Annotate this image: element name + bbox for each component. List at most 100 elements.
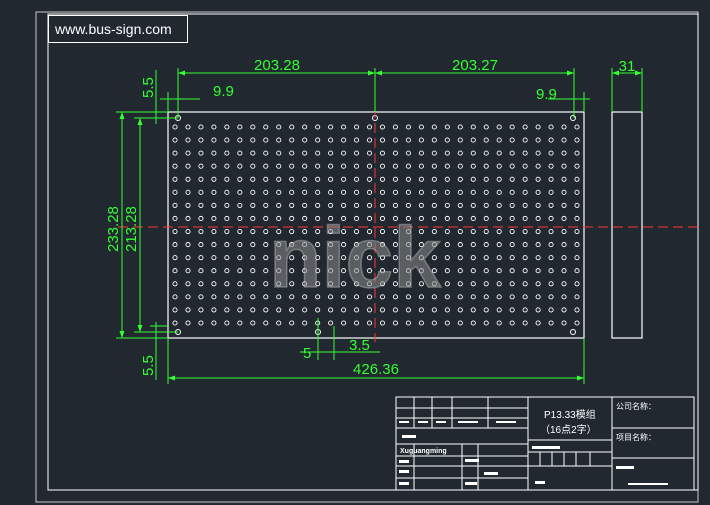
led-pixel — [561, 294, 567, 300]
dim-top-left: 203.28 — [254, 57, 300, 74]
led-pixel — [328, 176, 334, 182]
led-pixel — [224, 189, 230, 195]
led-pixel — [172, 255, 178, 261]
led-pixel — [315, 150, 321, 156]
led-pixel — [289, 137, 295, 143]
led-pixel — [328, 137, 334, 143]
led-pixel — [522, 281, 528, 287]
led-pixel — [431, 176, 437, 182]
led-pixel — [522, 176, 528, 182]
led-pixel — [431, 320, 437, 326]
led-pixel — [561, 281, 567, 287]
led-pixel — [185, 320, 191, 326]
led-pixel — [211, 228, 217, 235]
led-pixel — [574, 163, 580, 169]
led-pixel — [237, 137, 243, 143]
led-pixel — [224, 124, 230, 130]
led-pixel — [237, 163, 243, 169]
led-pixel — [561, 242, 567, 248]
led-pixel — [483, 202, 489, 208]
led-pixel — [392, 176, 399, 182]
led-pixel — [341, 163, 347, 169]
led-pixel — [444, 268, 450, 274]
led-pixel — [289, 307, 295, 313]
led-pixel — [483, 163, 489, 169]
led-pixel — [250, 150, 256, 156]
led-pixel — [185, 163, 191, 169]
led-pixel — [250, 307, 256, 313]
project-label: 项目名称： — [616, 432, 656, 442]
led-pixel — [353, 202, 360, 208]
led-pixel — [366, 137, 373, 143]
led-pixel — [315, 124, 321, 130]
led-pixel — [250, 176, 256, 182]
dim-bottom-offset-a: 5 — [303, 345, 311, 362]
led-pixel — [211, 176, 217, 182]
led-pixel — [198, 124, 204, 130]
led-pixel — [379, 150, 386, 156]
led-pixel — [457, 242, 463, 248]
led-pixel — [315, 176, 321, 182]
led-pixel — [185, 137, 191, 143]
led-pixel — [263, 202, 269, 208]
led-pixel — [444, 320, 450, 326]
led-pixel — [561, 176, 567, 182]
led-pixel — [392, 202, 399, 208]
led-pixel — [470, 307, 476, 313]
led-pixel — [237, 215, 243, 222]
led-pixel — [263, 255, 269, 261]
led-pixel — [224, 320, 230, 326]
led-pixel — [328, 202, 334, 208]
dimension-arrowhead — [168, 375, 175, 381]
led-pixel — [276, 307, 282, 313]
led-pixel — [353, 189, 360, 195]
led-pixel — [535, 124, 541, 130]
led-pixel — [211, 268, 217, 274]
led-pixel — [263, 124, 269, 130]
led-pixel — [496, 189, 502, 195]
led-pixel — [237, 255, 243, 261]
led-pixel — [548, 176, 554, 182]
led-pixel — [574, 307, 580, 313]
led-pixel — [457, 150, 463, 156]
led-pixel — [315, 202, 321, 208]
led-pixel — [341, 307, 347, 313]
led-pixel — [496, 202, 502, 208]
led-pixel — [379, 320, 386, 326]
led-pixel — [328, 163, 334, 169]
led-pixel — [341, 189, 347, 195]
led-pixel — [198, 137, 204, 143]
led-pixel — [457, 255, 463, 261]
led-pixel — [366, 163, 373, 169]
led-pixel — [237, 202, 243, 208]
led-pixel — [470, 294, 476, 300]
led-pixel — [172, 189, 178, 195]
led-pixel — [535, 189, 541, 195]
led-pixel — [561, 124, 567, 130]
led-pixel — [457, 176, 463, 182]
led-pixel — [198, 281, 204, 287]
led-pixel — [211, 202, 217, 208]
led-pixel — [185, 189, 191, 195]
led-pixel — [224, 150, 230, 156]
led-pixel — [224, 268, 230, 274]
led-pixel — [509, 137, 515, 143]
led-pixel — [535, 242, 541, 248]
led-pixel — [470, 228, 476, 235]
led-pixel — [535, 268, 541, 274]
led-pixel — [574, 281, 580, 287]
led-pixel — [237, 307, 243, 313]
led-pixel — [574, 215, 580, 222]
led-pixel — [224, 255, 230, 261]
led-pixel — [405, 137, 411, 143]
led-pixel — [561, 320, 567, 326]
led-pixel — [496, 255, 502, 261]
led-pixel — [379, 137, 386, 143]
led-pixel — [172, 215, 178, 222]
led-pixel — [224, 163, 230, 169]
led-pixel — [418, 320, 424, 326]
led-pixel — [198, 150, 204, 156]
led-pixel — [496, 176, 502, 182]
led-pixel — [276, 176, 282, 182]
led-pixel — [211, 215, 217, 222]
